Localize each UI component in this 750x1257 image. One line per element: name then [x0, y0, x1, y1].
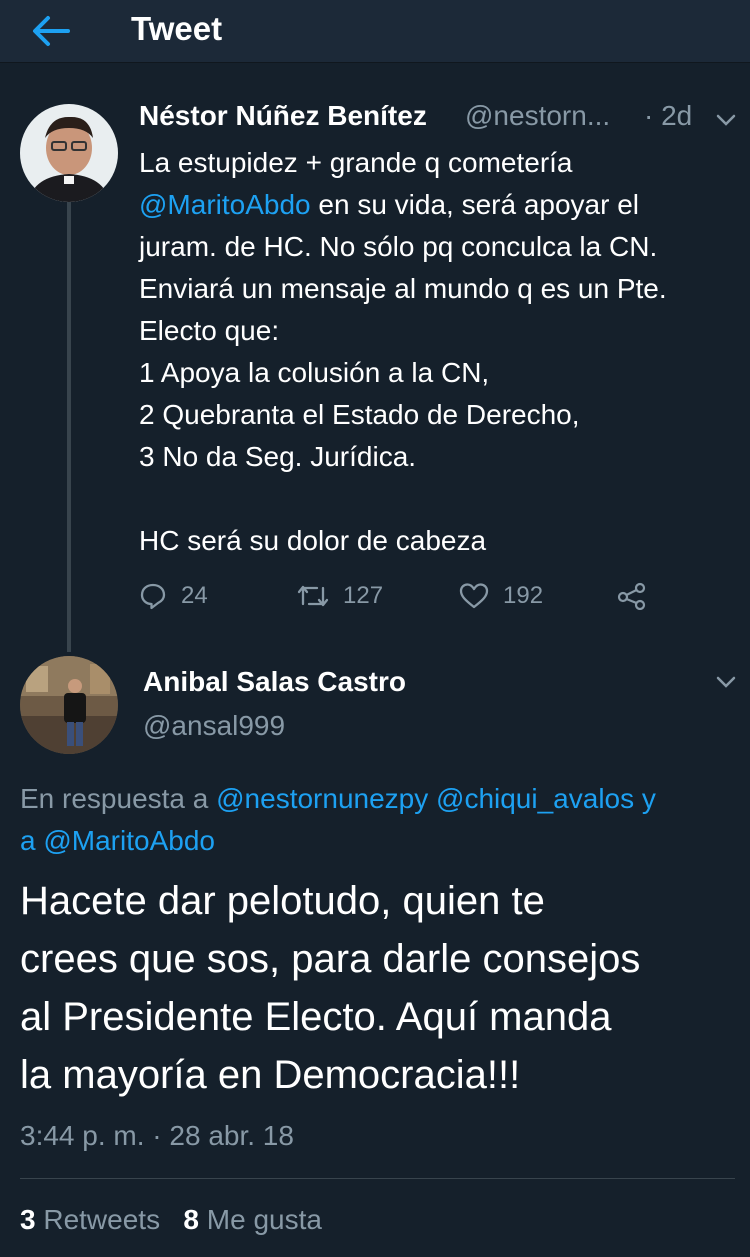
tweet-text: Hacete dar pelotudo, quien te crees que … — [20, 872, 740, 1104]
mention-link[interactable]: @MaritoAbdo — [139, 189, 311, 220]
share-button[interactable] — [617, 576, 661, 616]
like-count: 8 — [183, 1204, 199, 1235]
reply-context-line: En respuesta a @nestornunezpy @chiqui_av… — [20, 778, 740, 820]
tweet-line: juram. de HC. No sólo pq conculca la CN. — [139, 231, 658, 262]
tweet-timestamp[interactable]: 3:44 p. m. · 28 abr. 18 — [20, 1120, 294, 1152]
reply-and-prefix: a — [20, 825, 36, 856]
tweet-line: al Presidente Electo. Aquí manda — [20, 995, 612, 1039]
retweets-stat[interactable]: 3 Retweets — [20, 1204, 160, 1235]
chevron-down-icon — [716, 114, 736, 126]
tweet-stats: 3 Retweets 8 Me gusta — [20, 1204, 322, 1236]
mention-link[interactable]: @MaritoAbdo — [43, 825, 215, 856]
avatar-photo — [20, 656, 118, 754]
page-title: Tweet — [131, 10, 223, 47]
thread-connector-line — [67, 202, 71, 652]
tweet-line: la mayoría en Democracia!!! — [20, 1053, 521, 1097]
more-options-button[interactable] — [714, 670, 738, 694]
more-options-button[interactable] — [714, 108, 738, 132]
reply-button[interactable]: 24 — [139, 576, 208, 616]
reply-context: En respuesta a @nestornunezpy @chiqui_av… — [20, 778, 740, 862]
tweet-line: HC será su dolor de cabeza — [139, 525, 487, 556]
tweet-line: Enviará un mensaje al mundo q es un Pte. — [139, 273, 667, 304]
mention-link[interactable]: @nestornunezpy — [216, 783, 428, 814]
share-icon — [617, 582, 646, 610]
arrow-left-icon — [33, 16, 70, 46]
retweet-button[interactable]: 127 — [297, 576, 383, 616]
reply-icon — [140, 583, 166, 610]
tweet-line: 1 Apoya la colusión a la CN, — [139, 357, 490, 388]
tweet-line: Hacete dar pelotudo, quien te — [20, 879, 545, 923]
tweet-line: @MaritoAbdo en su vida, será apoyar el — [139, 184, 739, 226]
tweet-line: Electo que: — [139, 315, 280, 346]
retweet-label: Retweets — [43, 1204, 161, 1235]
avatar-photo — [20, 104, 118, 202]
reply-prefix: En respuesta a — [20, 783, 209, 814]
like-label: Me gusta — [206, 1204, 322, 1235]
avatar[interactable] — [20, 656, 118, 754]
top-bar: Tweet — [0, 0, 750, 63]
author-name[interactable]: Anibal Salas Castro — [143, 666, 406, 698]
retweet-count: 3 — [20, 1204, 36, 1235]
tweet-line: 3 No da Seg. Jurídica. — [139, 441, 417, 472]
author-name[interactable]: Néstor Núñez Benítez — [139, 100, 427, 132]
author-handle[interactable]: @nestorn... — [465, 100, 610, 132]
reply-context-line: a @MaritoAbdo — [20, 820, 740, 862]
back-button[interactable] — [28, 13, 72, 49]
author-handle[interactable]: @ansal999 — [143, 710, 285, 742]
likes-stat[interactable]: 8 Me gusta — [183, 1204, 322, 1235]
divider — [20, 1178, 735, 1179]
tweet-line: 2 Quebranta el Estado de Derecho, — [139, 399, 580, 430]
heart-icon — [459, 583, 489, 609]
retweet-icon — [297, 585, 329, 607]
like-button[interactable]: 192 — [459, 576, 543, 616]
retweet-count: 127 — [343, 582, 384, 609]
reply-and-word: y — [641, 783, 656, 814]
tweet-line: crees que sos, para darle consejos — [20, 937, 641, 981]
tweet-line: La estupidez + grande q cometería — [139, 147, 573, 178]
tweet-time[interactable]: · 2d — [644, 100, 692, 132]
reply-count: 24 — [181, 582, 208, 609]
tweet-actions: 24 127 192 — [139, 576, 679, 616]
tweet-text: La estupidez + grande q cometería @Marit… — [139, 142, 739, 562]
tweet-line-text: en su vida, será apoyar el — [318, 189, 640, 220]
mention-link[interactable]: @chiqui_avalos — [436, 783, 634, 814]
avatar[interactable] — [20, 104, 118, 202]
chevron-down-icon — [716, 676, 736, 688]
like-count: 192 — [503, 582, 544, 609]
